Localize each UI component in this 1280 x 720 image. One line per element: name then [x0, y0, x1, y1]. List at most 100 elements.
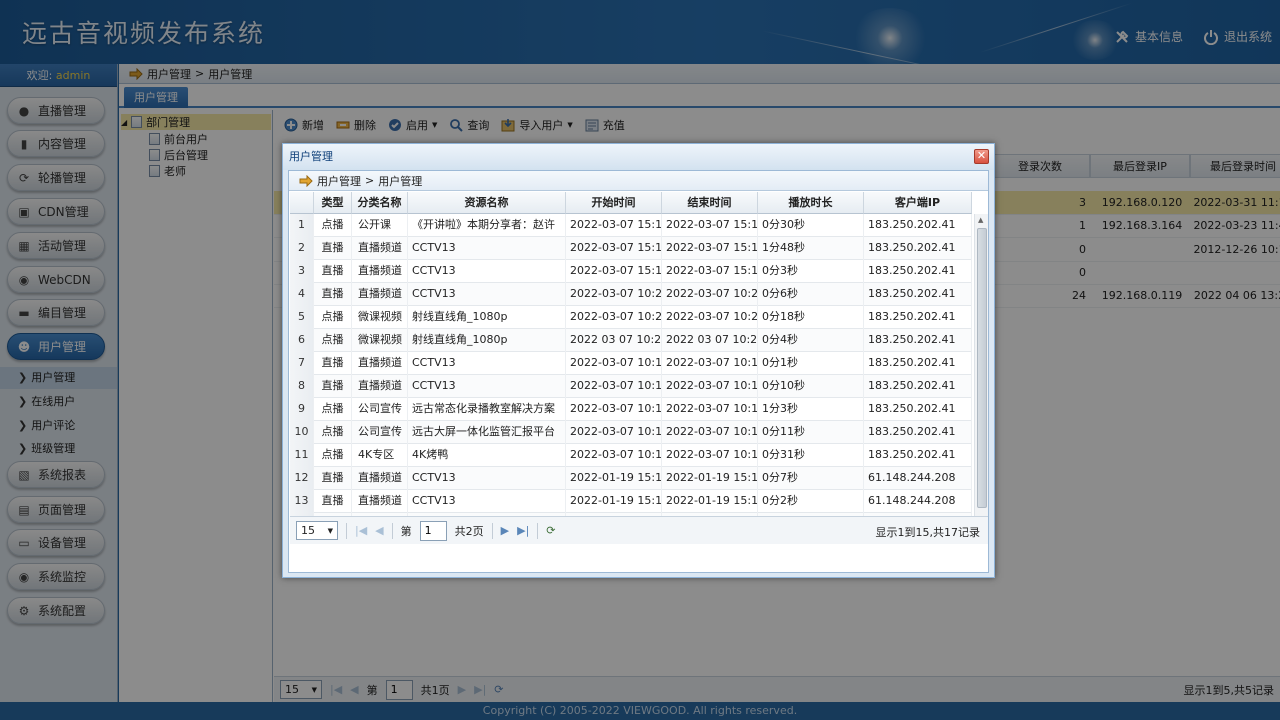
table-row[interactable]: 7 直播 直播频道 CCTV13 2022-03-07 10:15 2022-03-07 …	[290, 352, 972, 375]
table-row[interactable]: 3 直播 直播频道 CCTV13 2022-03-07 15:11 2022-03-07 …	[290, 260, 972, 283]
page-prefix: 第	[400, 524, 412, 538]
row-number: 3	[290, 260, 314, 283]
table-cell: 0分11秒	[758, 421, 864, 444]
table-cell: 2022-03-07 15:16	[662, 214, 758, 237]
table-cell: 0分4秒	[758, 329, 864, 352]
table-cell: 2022-01-19 15:12	[566, 490, 662, 513]
table-cell: 183.250.202.41	[864, 283, 972, 306]
breadcrumb-item: 用户管理	[317, 174, 361, 188]
table-cell: 公司宣传	[352, 398, 408, 421]
table-cell: 点播	[314, 398, 352, 421]
table-cell: 2022-03-07 10:13	[566, 398, 662, 421]
table-row[interactable]: 2 直播 直播频道 CCTV13 2022-03-07 15:11 2022-03-07 …	[290, 237, 972, 260]
table-cell: 1分3秒	[758, 398, 864, 421]
table-cell: 2022-03-07 10:14	[662, 398, 758, 421]
table-cell: 0分10秒	[758, 375, 864, 398]
table-cell: 61.148.244.208	[864, 490, 972, 513]
table-cell: 0分7秒	[758, 467, 864, 490]
table-cell: 2022-03-07 15:15	[566, 214, 662, 237]
table-row[interactable]: 9 点播 公司宣传 远古常态化录播教室解决方案 2022-03-07 10:13 2022…	[290, 398, 972, 421]
column-header[interactable]: 开始时间	[566, 192, 662, 214]
divider	[391, 522, 393, 539]
table-cell: 直播频道	[352, 467, 408, 490]
first-page-icon[interactable]: |◀	[355, 524, 367, 537]
table-cell: 直播频道	[352, 237, 408, 260]
row-number: 10	[290, 421, 314, 444]
prev-page-icon[interactable]: ◀	[375, 524, 383, 537]
table-cell: 2022-03-07 10:12	[566, 444, 662, 467]
table-cell: 0分18秒	[758, 306, 864, 329]
table-cell: 183.250.202.41	[864, 214, 972, 237]
last-page-icon[interactable]: ▶|	[517, 524, 529, 537]
table-cell: 点播	[314, 329, 352, 352]
page-number-input[interactable]	[419, 520, 447, 541]
table-cell: 微课视频	[352, 329, 408, 352]
table-cell: 直播频道	[352, 283, 408, 306]
table-row[interactable]: 8 直播 直播频道 CCTV13 2022-03-07 10:14 2022-03-07 …	[290, 375, 972, 398]
table-cell: 183.250.202.41	[864, 421, 972, 444]
dialog-pager: 15 ▼ |◀ ◀ 第 共2页 ▶ ▶| ⟳ 显示1到15,共17记录	[290, 516, 988, 544]
table-cell: 2022-01-19 15:12	[662, 467, 758, 490]
table-cell: 公司宣传	[352, 421, 408, 444]
column-header[interactable]: 分类名称	[352, 192, 408, 214]
table-cell: 直播	[314, 490, 352, 513]
row-number: 4	[290, 283, 314, 306]
refresh-icon[interactable]: ⟳	[546, 524, 555, 537]
table-cell: 直播	[314, 260, 352, 283]
table-row[interactable]: 12 直播 直播频道 CCTV13 2022-01-19 15:12 2022-01-19…	[290, 467, 972, 490]
table-cell: 4K专区	[352, 444, 408, 467]
column-header[interactable]: 播放时长	[758, 192, 864, 214]
table-cell: 2022-01-19 15:12	[566, 467, 662, 490]
divider	[537, 522, 539, 539]
table-cell: 2022-03-07 10:26	[566, 283, 662, 306]
table-row[interactable]: 1 点播 公开课 《开讲啦》本期分享者：赵许 2022-03-07 15:15 2022-…	[290, 214, 972, 237]
table-row[interactable]: 13 直播 直播频道 CCTV13 2022-01-19 15:12 2022-01-19…	[290, 490, 972, 513]
table-cell: 直播	[314, 467, 352, 490]
column-header[interactable]: 结束时间	[662, 192, 758, 214]
column-header[interactable]: 客户端IP	[864, 192, 972, 214]
table-cell: 2022-03-07 15:13	[662, 237, 758, 260]
table-cell: CCTV13	[408, 375, 566, 398]
table-cell: 183.250.202.41	[864, 260, 972, 283]
table-cell: 1分48秒	[758, 237, 864, 260]
table-cell: 2022-03-07 15:11	[566, 260, 662, 283]
table-row[interactable]: 10 点播 公司宣传 远古大屏一体化监管汇报平台 2022-03-07 10:13 202…	[290, 421, 972, 444]
column-header[interactable]: 资源名称	[408, 192, 566, 214]
table-cell: 2022-03-07 10:15	[662, 352, 758, 375]
close-icon[interactable]: ✕	[974, 149, 989, 164]
row-number: 11	[290, 444, 314, 467]
table-cell: 0分2秒	[758, 490, 864, 513]
table-cell: 直播频道	[352, 375, 408, 398]
page-size-select[interactable]: 15 ▼	[296, 521, 338, 540]
table-cell: 183.250.202.41	[864, 306, 972, 329]
dialog-breadcrumb: 用户管理 > 用户管理	[289, 171, 988, 191]
divider	[346, 522, 347, 539]
table-cell: 183.250.202.41	[864, 375, 972, 398]
play-history-table: 类型 分类名称 资源名称 开始时间 结束时间 播放时长 客户端IP 1 点播 公开课 《开讲啦》本…	[290, 192, 988, 537]
table-row[interactable]: 4 直播 直播频道 CCTV13 2022-03-07 10:26 2022-03-07 …	[290, 283, 972, 306]
row-number: 6	[290, 329, 314, 352]
column-header[interactable]: 类型	[314, 192, 352, 214]
table-cell: 61.148.244.208	[864, 467, 972, 490]
row-number: 2	[290, 237, 314, 260]
page-total: 共2页	[454, 524, 484, 538]
divider	[491, 522, 493, 539]
table-row[interactable]: 5 点播 微课视频 射线直线角_1080p 2022-03-07 10:22 2022-0…	[290, 306, 972, 329]
vertical-scrollbar[interactable]: ▲ ▼	[974, 214, 988, 537]
table-cell: 0分3秒	[758, 260, 864, 283]
table-cell: 2022-03-07 10:26	[662, 283, 758, 306]
scroll-up-icon[interactable]: ▲	[978, 216, 983, 224]
row-number: 7	[290, 352, 314, 375]
dialog-title: 用户管理	[289, 150, 333, 163]
table-cell: 直播频道	[352, 352, 408, 375]
table-cell: 直播	[314, 375, 352, 398]
scrollbar-thumb[interactable]	[977, 228, 987, 508]
next-page-icon[interactable]: ▶	[501, 524, 509, 537]
table-row[interactable]: 11 点播 4K专区 4K烤鸭 2022-03-07 10:12 2022-03-07 1…	[290, 444, 972, 467]
table-row[interactable]: 6 点播 微课视频 射线直线角_1080p 2022 03 07 10:22 2022 0…	[290, 329, 972, 352]
table-cell: 2022-03-07 10:15	[566, 352, 662, 375]
table-cell: 点播	[314, 214, 352, 237]
table-cell: 2022-03-07 10:22	[566, 306, 662, 329]
breadcrumb-item: 用户管理	[378, 174, 423, 188]
table-cell: 183.250.202.41	[864, 398, 972, 421]
